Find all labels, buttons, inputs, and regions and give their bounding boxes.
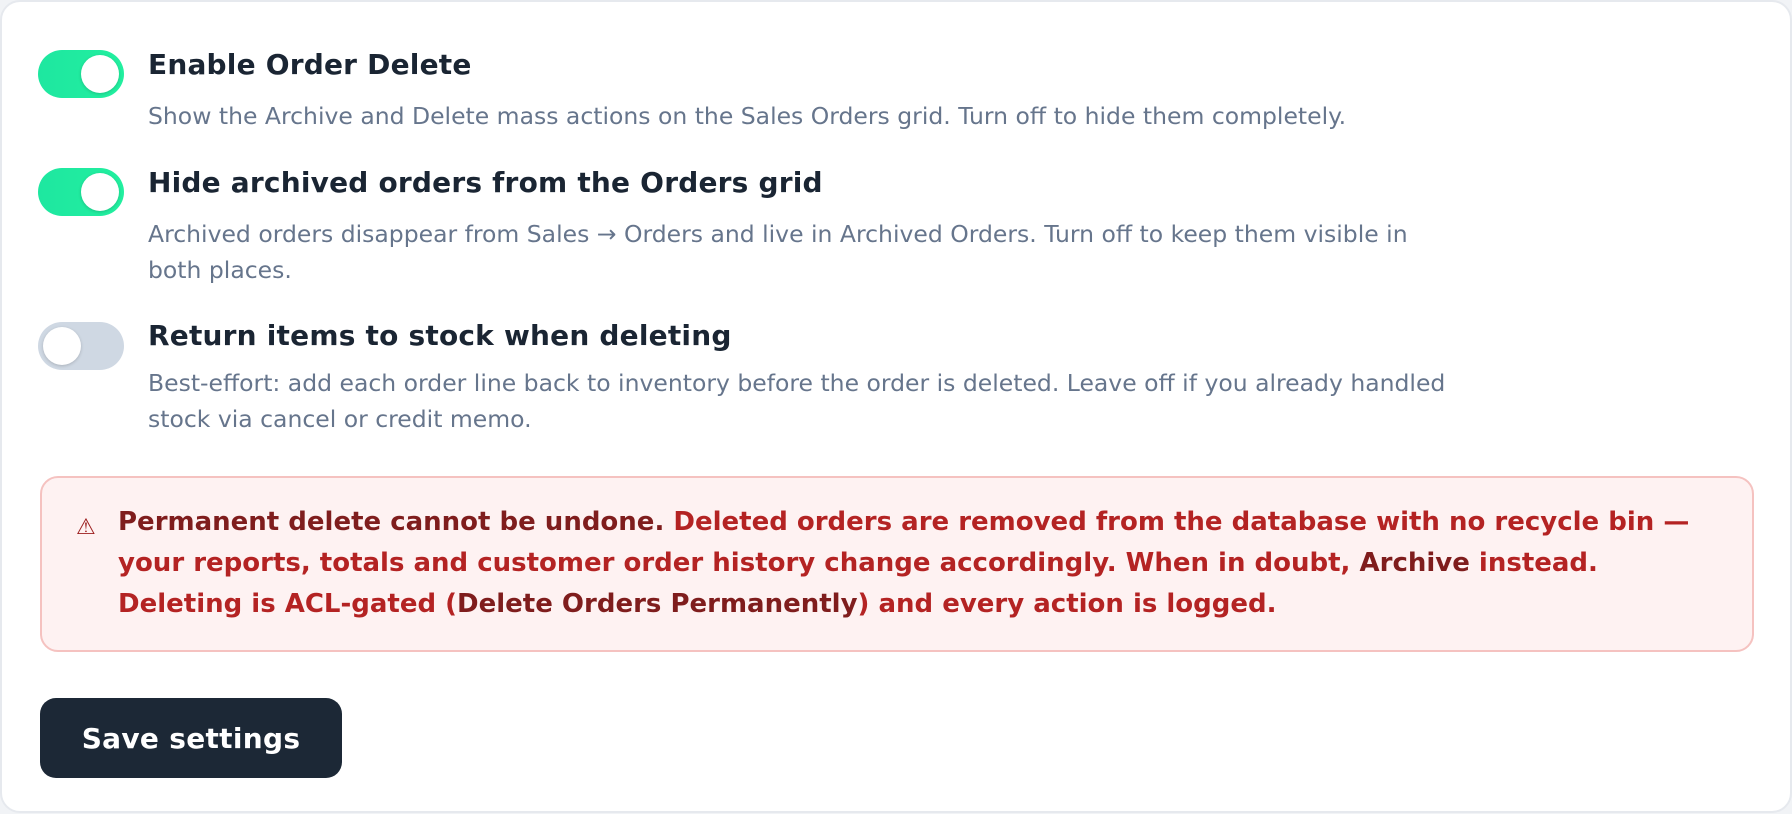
return-items-to-stock-toggle[interactable] — [38, 322, 124, 370]
warning-body-3: ) and every action is logged. — [857, 589, 1277, 619]
enable-order-delete-toggle[interactable] — [38, 50, 124, 98]
setting-description: Archived orders disappear from Sales → O… — [148, 220, 1408, 284]
save-settings-button[interactable]: Save settings — [40, 698, 342, 778]
warning-text: Permanent delete cannot be undone. Delet… — [118, 502, 1718, 625]
setting-description: Show the Archive and Delete mass actions… — [148, 102, 1347, 130]
hide-archived-orders-toggle[interactable] — [38, 168, 124, 216]
setting-title: Hide archived orders from the Orders gri… — [148, 166, 823, 199]
warning-acl-permission: Delete Orders Permanently — [457, 589, 858, 619]
warning-triangle-icon: ⚠ — [76, 515, 96, 540]
setting-description: Best-effort: add each order line back to… — [148, 369, 1446, 433]
warning-lead: Permanent delete cannot be undone. — [118, 507, 665, 537]
permanent-delete-warning: ⚠ Permanent delete cannot be undone. Del… — [40, 476, 1754, 652]
toggle-knob — [81, 55, 119, 93]
toggle-knob — [43, 327, 81, 365]
setting-title: Return items to stock when deleting — [148, 319, 732, 352]
settings-card: Enable Order Delete Show the Archive and… — [0, 0, 1792, 813]
toggle-knob — [81, 173, 119, 211]
setting-title: Enable Order Delete — [148, 48, 472, 81]
warning-archive: Archive — [1359, 548, 1470, 578]
